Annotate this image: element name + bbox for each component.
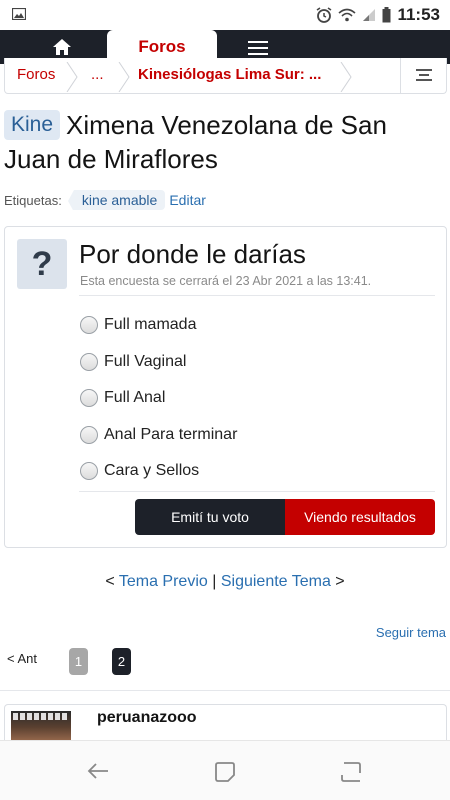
- clock: 11:53: [397, 5, 440, 24]
- poll-question: Por donde le darías: [79, 239, 306, 269]
- thread-navigation: < Tema Previo | Siguiente Tema >: [105, 573, 345, 590]
- chevron-right-icon: [118, 62, 130, 92]
- poll-options: Full mamada Full Vaginal Full Anal Anal …: [79, 307, 237, 490]
- signal-icon: [363, 9, 376, 21]
- breadcrumb-item-foros[interactable]: Foros: [17, 66, 55, 83]
- image-icon: [12, 8, 26, 20]
- follow-thread-link[interactable]: Seguir tema: [376, 625, 446, 640]
- page-link-current[interactable]: 2: [112, 648, 131, 675]
- edit-tags-link[interactable]: Editar: [169, 192, 206, 208]
- tags-row: Etiquetas: kine amable Editar: [4, 190, 206, 212]
- radio-button[interactable]: [80, 425, 98, 444]
- chevron-right-icon: [66, 62, 78, 92]
- view-results-button[interactable]: Viendo resultados: [285, 499, 435, 535]
- page-title: Kine Ximena Venezolana de San Juan de Mir…: [4, 108, 444, 176]
- tags-label: Etiquetas:: [4, 192, 62, 208]
- back-icon[interactable]: [86, 761, 110, 781]
- divider: [79, 491, 435, 492]
- home-icon[interactable]: [52, 38, 72, 56]
- thread-title: Ximena Venezolana de San Juan de Miraflo…: [4, 110, 387, 174]
- radio-button[interactable]: [80, 352, 98, 371]
- question-icon: ?: [17, 239, 67, 289]
- poll-option[interactable]: Cara y Sellos: [79, 453, 237, 490]
- previous-thread-link[interactable]: Tema Previo: [119, 573, 208, 590]
- tag-item[interactable]: kine amable: [67, 190, 166, 212]
- breadcrumb-item-ellipsis[interactable]: ...: [91, 66, 104, 83]
- pagination-prev[interactable]: < Ant: [7, 651, 37, 666]
- radio-button[interactable]: [80, 389, 98, 408]
- breadcrumb: Foros ... Kinesiólogas Lima Sur: ...: [4, 58, 447, 94]
- breadcrumb-item-forum[interactable]: Kinesiólogas Lima Sur: ...: [138, 66, 321, 83]
- poll-option[interactable]: Anal Para terminar: [79, 417, 237, 454]
- home-nav-icon[interactable]: [340, 761, 362, 783]
- next-thread-link[interactable]: Siguiente Tema: [221, 573, 331, 590]
- thread-prefix[interactable]: Kine: [4, 110, 61, 140]
- alarm-icon: [317, 7, 332, 23]
- post: peruanazooo: [4, 704, 447, 744]
- poll-option[interactable]: Full Anal: [79, 380, 237, 417]
- chevron-right-icon: [340, 62, 352, 92]
- hamburger-icon[interactable]: [248, 41, 268, 55]
- radio-button[interactable]: [80, 462, 98, 481]
- page-link[interactable]: 1: [69, 648, 88, 675]
- battery-icon: [382, 7, 391, 23]
- divider: [0, 690, 450, 691]
- post-username[interactable]: peruanazooo: [97, 709, 197, 727]
- list-icon: [416, 69, 432, 84]
- radio-button[interactable]: [80, 316, 98, 335]
- poll-close-date: Esta encuesta se cerrará el 23 Abr 2021 …: [80, 274, 372, 288]
- vote-button[interactable]: Emití tu voto: [135, 499, 285, 535]
- poll-option[interactable]: Full Vaginal: [79, 344, 237, 381]
- system-nav-bar: [0, 740, 450, 800]
- poll-option[interactable]: Full mamada: [79, 307, 237, 344]
- status-bar: 11:53: [0, 0, 450, 30]
- wifi-icon: [338, 8, 356, 22]
- jump-to-button[interactable]: [400, 58, 446, 93]
- recents-icon[interactable]: [214, 761, 236, 783]
- poll-block: ? Por donde le darías Esta encuesta se c…: [4, 226, 447, 548]
- divider: [79, 295, 435, 296]
